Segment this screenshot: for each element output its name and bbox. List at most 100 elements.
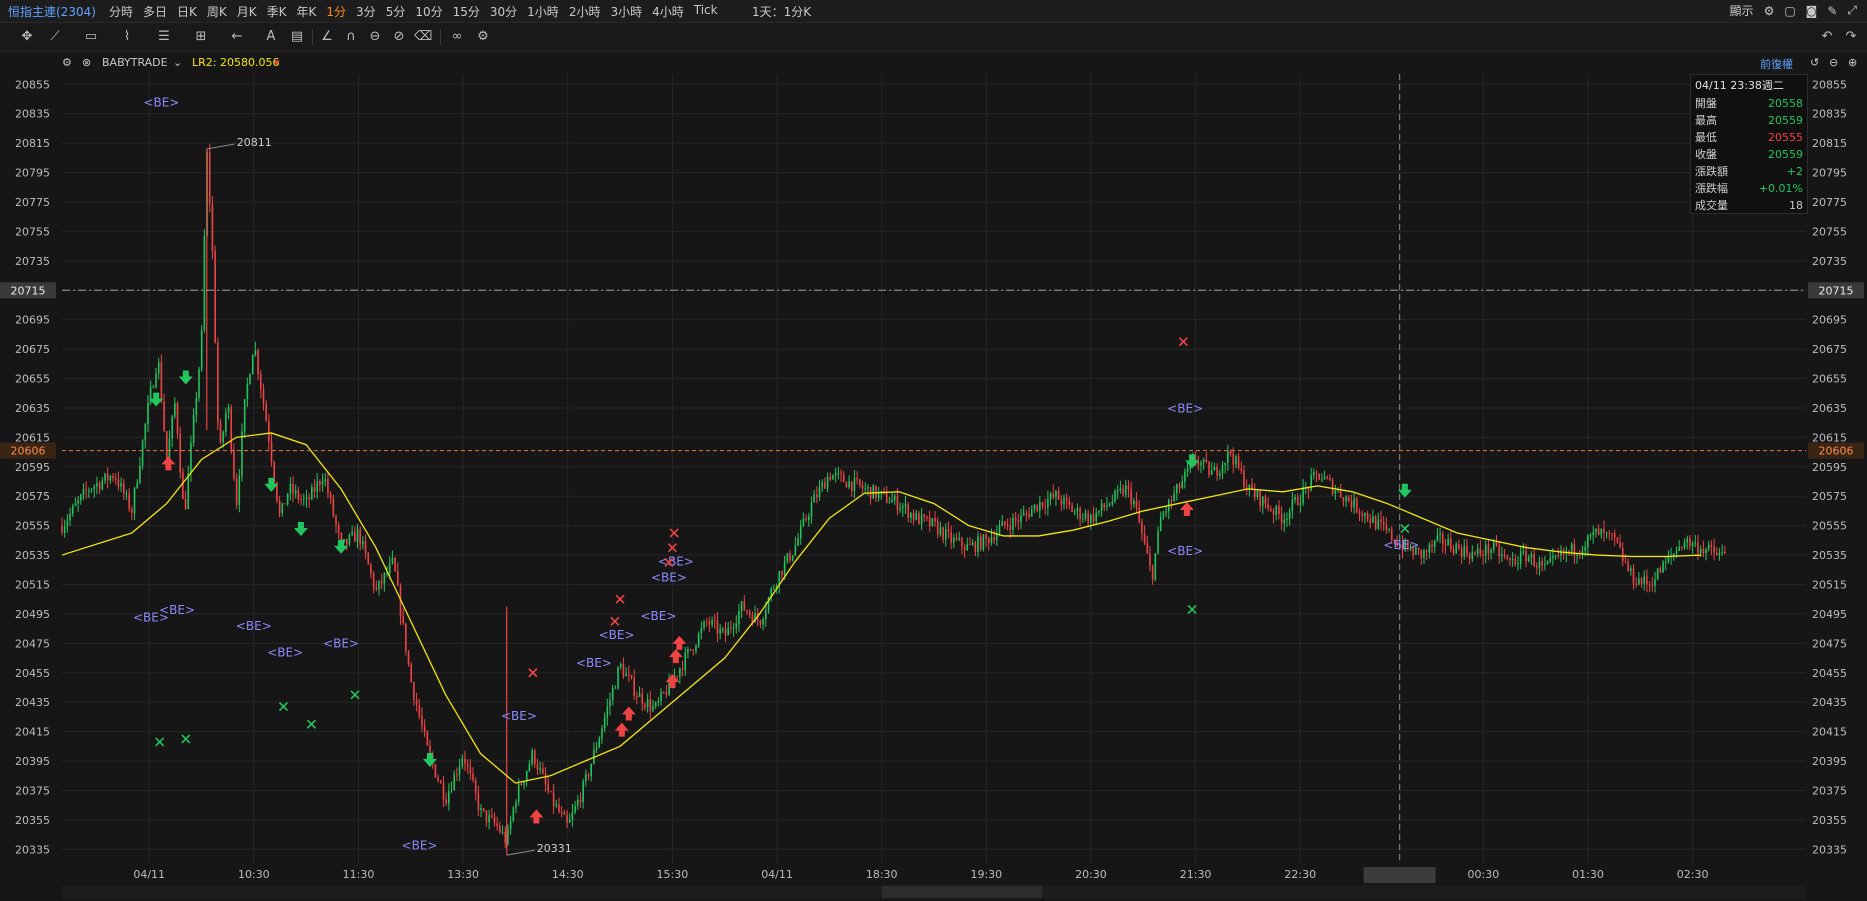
candle-body: [160, 362, 163, 402]
move-icon[interactable]: ✥: [18, 28, 36, 46]
period-tab[interactable]: 季K: [262, 3, 292, 20]
period-tab[interactable]: 分時: [104, 3, 138, 20]
be-signal-label: <BE>: [1167, 401, 1203, 415]
layout-icon[interactable]: ▢: [1784, 4, 1795, 18]
candle-body: [1073, 511, 1076, 513]
candle-body: [1291, 499, 1294, 511]
candle-body: [1022, 513, 1025, 516]
indicator-name[interactable]: BABYTRADE: [102, 56, 168, 69]
indicator-settings-icon[interactable]: ⚙: [62, 56, 72, 69]
period-tab[interactable]: 年K: [292, 3, 322, 20]
be-signal-label: <BE>: [599, 628, 635, 642]
lock-icon[interactable]: ⊖: [366, 28, 384, 46]
x-tick-label: 15:30: [657, 868, 689, 881]
candle-body: [531, 750, 533, 764]
trash-icon[interactable]: ⌫: [414, 28, 432, 46]
chart-scrollbar[interactable]: [62, 885, 1806, 899]
candle-body: [327, 479, 329, 494]
candle-body: [1065, 497, 1068, 501]
undo-icon[interactable]: ↶: [1818, 28, 1836, 46]
period-tab[interactable]: 30分: [485, 3, 522, 20]
candle-body: [875, 485, 877, 498]
candle-body: [759, 620, 762, 625]
line-tool-icon[interactable]: ⟋: [46, 28, 64, 46]
candle-body: [576, 799, 579, 807]
period-tab[interactable]: 1小時: [522, 3, 564, 20]
zoom-out-icon[interactable]: ⊖: [1829, 56, 1838, 69]
candle-body: [1122, 488, 1124, 495]
candle-body: [1476, 548, 1479, 554]
period-tab[interactable]: 2小時: [564, 3, 606, 20]
candle-body: [606, 706, 609, 718]
period-tab[interactable]: 周K: [202, 3, 232, 20]
info-label: 最低: [1695, 131, 1717, 144]
candle-body: [74, 503, 77, 506]
indicator-close-icon[interactable]: ⊗: [82, 56, 91, 69]
candle-body: [128, 493, 130, 510]
period-tab[interactable]: 3小時: [605, 3, 647, 20]
settings-tool-icon[interactable]: ⚙: [474, 28, 492, 46]
magnet-icon[interactable]: ∩: [342, 28, 360, 46]
period-tab[interactable]: 月K: [232, 3, 262, 20]
text-tool-icon[interactable]: A: [262, 28, 280, 46]
rect-tool-icon[interactable]: ▭: [82, 28, 100, 46]
candle-body: [1425, 550, 1428, 553]
period-tab[interactable]: Tick: [689, 3, 723, 20]
note-tool-icon[interactable]: ▤: [288, 28, 306, 46]
restore-button[interactable]: 前復權: [1760, 56, 1793, 72]
scrollbar-thumb[interactable]: [882, 886, 1042, 898]
link-icon[interactable]: ∞: [448, 28, 466, 46]
candle-body: [174, 403, 176, 417]
period-tab[interactable]: 日K: [172, 3, 202, 20]
period-tab[interactable]: 4小時: [647, 3, 689, 20]
period-tab[interactable]: 5分: [381, 3, 411, 20]
settings-icon[interactable]: ⚙: [1764, 4, 1775, 18]
ruler-icon[interactable]: ∠: [318, 28, 336, 46]
candle-body: [1243, 470, 1245, 488]
pencil-icon[interactable]: ✎: [1827, 4, 1837, 18]
candle-body: [243, 399, 246, 432]
candle-body: [998, 526, 1001, 534]
y-tick-label-left: 20835: [15, 108, 50, 121]
x-tick-label: 04/11: [761, 868, 793, 881]
candle-body: [155, 373, 157, 387]
candle-body: [1468, 554, 1471, 559]
info-row: 成交量 18: [1691, 197, 1807, 214]
candle-body: [987, 538, 990, 544]
period-tab[interactable]: 15分: [448, 3, 485, 20]
period-tab[interactable]: 1分: [321, 3, 351, 20]
fullscreen-icon[interactable]: ⤢: [1847, 3, 1857, 18]
candle-body: [1009, 526, 1012, 531]
candle-body: [722, 628, 724, 630]
camera-icon[interactable]: ◙: [1806, 4, 1818, 18]
dropdown-arrow-icon[interactable]: ▾: [274, 56, 280, 69]
arrow-tool-icon[interactable]: ←: [228, 28, 246, 46]
period-tab[interactable]: 10分: [410, 3, 447, 20]
candle-body: [1463, 546, 1466, 557]
candle-body: [1323, 477, 1326, 480]
zoom-in-icon[interactable]: ⊕: [1848, 56, 1857, 69]
candle-body: [1210, 470, 1213, 475]
period-tab[interactable]: 多日: [138, 3, 172, 20]
price-chart[interactable]: 20855 20855 20835 20835 20815 20815 20795 20795…: [0, 74, 1867, 884]
candle-body: [582, 781, 584, 803]
info-value: 20558: [1768, 97, 1803, 110]
reset-icon[interactable]: ↺: [1810, 56, 1819, 69]
fib-tool-icon[interactable]: ☰: [155, 28, 173, 46]
period-tab[interactable]: 3分: [351, 3, 381, 20]
candle-body: [1267, 504, 1269, 509]
redo-icon[interactable]: ↷: [1842, 28, 1860, 46]
hide-icon[interactable]: ⊘: [390, 28, 408, 46]
instrument-title[interactable]: 恒指主連(2304): [8, 3, 96, 20]
candle-body: [1439, 533, 1441, 536]
candle-body: [899, 508, 901, 510]
candle-body: [485, 810, 488, 822]
display-menu[interactable]: 顯示: [1730, 2, 1754, 19]
candle-body: [445, 799, 447, 804]
range-select[interactable]: 1天：1分K: [752, 3, 811, 20]
candle-body: [571, 812, 574, 820]
y-tick-label-right: 20835: [1812, 108, 1847, 121]
wave-tool-icon[interactable]: ⌇: [118, 28, 136, 46]
measure-tool-icon[interactable]: ⊞: [192, 28, 210, 46]
chevron-down-icon[interactable]: ⌄: [173, 56, 182, 69]
